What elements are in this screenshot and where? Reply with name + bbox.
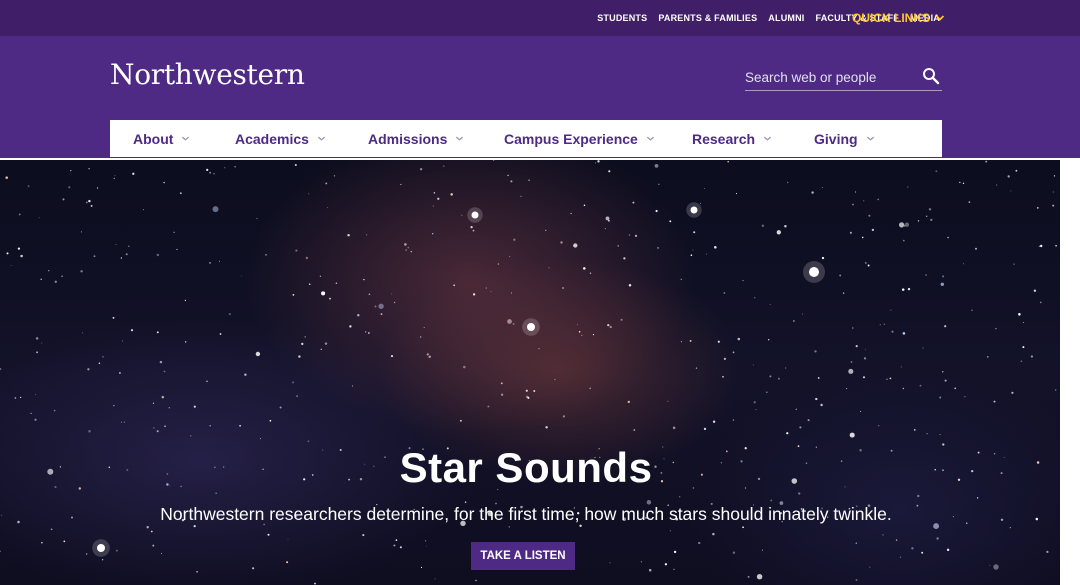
nav-item-academics[interactable]: Academics — [235, 120, 326, 157]
nav-item-label: About — [133, 130, 174, 147]
chevron-down-icon — [182, 136, 190, 141]
search-input[interactable] — [745, 66, 915, 88]
hero-banner: Star Sounds Northwestern researchers det… — [0, 160, 1060, 585]
northwestern-logo[interactable]: Northwestern — [110, 58, 305, 91]
search-box — [745, 63, 942, 91]
nav-item-label: Admissions — [368, 130, 448, 147]
chevron-down-icon — [317, 136, 325, 141]
chevron-down-icon — [456, 136, 464, 141]
chevron-down-icon — [646, 136, 654, 141]
site-header: Northwestern About Academics Admissions … — [0, 36, 1080, 158]
search-icon[interactable] — [922, 67, 940, 85]
nav-item-label: Research — [692, 130, 756, 147]
nav-item-giving[interactable]: Giving — [814, 120, 875, 157]
utility-link-alumni[interactable]: ALUMNI — [768, 13, 804, 23]
chevron-down-icon — [763, 136, 772, 141]
take-a-listen-button[interactable]: TAKE A LISTEN — [471, 542, 575, 570]
hero-title: Star Sounds — [399, 444, 653, 491]
nav-item-label: Academics — [235, 130, 309, 147]
chevron-down-icon — [866, 136, 874, 141]
nav-item-research[interactable]: Research — [692, 120, 772, 157]
utility-link-parents-families[interactable]: PARENTS & FAMILIES — [658, 13, 757, 23]
nav-item-about[interactable]: About — [133, 120, 190, 157]
nav-item-admissions[interactable]: Admissions — [368, 120, 464, 157]
page-gutter — [1060, 160, 1080, 585]
main-nav: About Academics Admissions Campus Experi… — [110, 120, 942, 157]
quick-links-label: QUICK LINKS — [852, 11, 930, 25]
hero-subtitle: Northwestern researchers determine, for … — [160, 504, 892, 524]
nav-item-label: Campus Experience — [504, 130, 638, 147]
quick-links-button[interactable]: QUICK LINKS — [852, 0, 945, 36]
utility-bar: STUDENTS PARENTS & FAMILIES ALUMNI FACUL… — [0, 0, 1080, 36]
nav-item-campus-experience[interactable]: Campus Experience — [504, 120, 655, 157]
chevron-down-icon — [935, 15, 945, 21]
nav-item-label: Giving — [814, 130, 858, 147]
utility-link-students[interactable]: STUDENTS — [597, 13, 647, 23]
